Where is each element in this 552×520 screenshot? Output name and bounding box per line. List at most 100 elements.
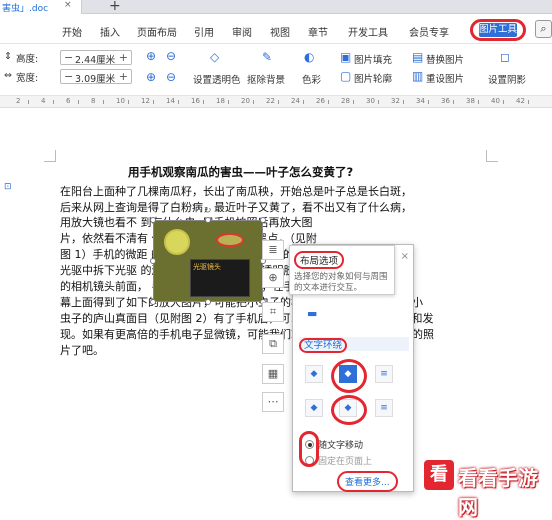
- highlight-ring: [331, 359, 367, 393]
- wrap-square-icon[interactable]: ◆: [305, 365, 323, 383]
- layout-options-popup: 布局选项 选择您的对象如何与周围的文本进行交互。 × ▬ 文字环绕 ◆ ◆ ≡ …: [289, 244, 414, 492]
- bug-highlight: [216, 233, 244, 247]
- see-more-link[interactable]: 查看更多...: [337, 471, 398, 492]
- width-input[interactable]: − 3.09厘米 +: [60, 69, 132, 85]
- menu-section[interactable]: 章节: [308, 24, 328, 39]
- remove-bg-icon[interactable]: ✎: [262, 50, 272, 64]
- reset-picture-icon[interactable]: ▥: [412, 69, 423, 83]
- document-heading: 用手机观察南瓜的害虫——叶子怎么变黄了?: [128, 165, 354, 179]
- new-tab-icon[interactable]: +: [109, 0, 121, 14]
- selected-picture[interactable]: 光驱镜头: [153, 220, 263, 302]
- close-tab-icon[interactable]: ×: [64, 0, 72, 10]
- paragraph-line: 后来从网上查询是得了白粉病，最近叶子又黄了，看不出又有了什么病，: [60, 201, 412, 214]
- height-increase-icon[interactable]: +: [119, 51, 128, 64]
- paragraph-line: 在阳台上面种了几棵南瓜籽，长出了南瓜秧，开始总是叶子总是长白斑，: [60, 185, 412, 198]
- ruler-tick: [528, 100, 529, 104]
- menu-picture-tools[interactable]: 图片工具: [470, 19, 526, 41]
- rotate-icon[interactable]: ⊕: [146, 70, 156, 84]
- menu-references[interactable]: 引用: [194, 24, 214, 39]
- shadow-icon[interactable]: ◻: [500, 50, 510, 64]
- menu-insert[interactable]: 插入: [100, 24, 120, 39]
- ruler-number: 32: [391, 97, 400, 105]
- wrap-through-icon[interactable]: ≡: [375, 365, 393, 383]
- width-decrease-icon[interactable]: −: [64, 70, 73, 83]
- picture-to-text-icon[interactable]: ⧉: [262, 334, 284, 354]
- ruler-number: 34: [416, 97, 425, 105]
- picture-style-icon[interactable]: ▦: [262, 364, 284, 384]
- ruler-number: 38: [466, 97, 475, 105]
- document-tab-name: 害虫」.doc: [2, 4, 49, 14]
- crop-tool-icon[interactable]: ⌗: [262, 302, 284, 322]
- resize-handle[interactable]: [205, 217, 211, 223]
- picture-outline-icon[interactable]: ▢: [340, 69, 351, 83]
- ruler-tick: [228, 100, 229, 104]
- crop-icon[interactable]: ⊖: [166, 49, 176, 63]
- height-decrease-icon[interactable]: −: [64, 51, 73, 64]
- ruler-number: 42: [516, 97, 525, 105]
- paragraph-icon[interactable]: ⊡: [4, 182, 12, 192]
- zoom-icon[interactable]: ⊕: [262, 268, 284, 288]
- wrap-in-front-icon[interactable]: ≡: [375, 399, 393, 417]
- watermark-text: 看看手游网: [458, 466, 538, 519]
- ruler-number: 14: [166, 97, 175, 105]
- lock-ratio-icon[interactable]: ⊕: [146, 49, 156, 63]
- reset-picture-button[interactable]: 重设图片: [426, 71, 464, 85]
- ruler-number: 24: [291, 97, 300, 105]
- color-button[interactable]: 色彩: [302, 72, 321, 86]
- ruler-tick: [53, 100, 54, 104]
- menu-review[interactable]: 审阅: [232, 24, 252, 39]
- layout-options-tooltip: 布局选项 选择您的对象如何与周围的文本进行交互。: [289, 245, 395, 295]
- text-wrap-title: 文字环绕: [299, 338, 348, 353]
- wrap-top-bottom-icon[interactable]: ◆: [305, 399, 323, 417]
- inline-wrap-icon[interactable]: ▬: [307, 307, 327, 321]
- lens-photo: [164, 229, 190, 255]
- layout-options-icon[interactable]: ≣: [262, 240, 284, 260]
- set-transparent-button[interactable]: 设置透明色: [193, 72, 241, 86]
- ruler-number: 12: [141, 97, 150, 105]
- set-shadow-button[interactable]: 设置阴影: [488, 72, 526, 86]
- flip-icon[interactable]: ⊖: [166, 70, 176, 84]
- resize-handle[interactable]: [150, 217, 156, 223]
- menu-view[interactable]: 视图: [270, 24, 290, 39]
- layout-options-title: 布局选项: [294, 251, 345, 269]
- remove-background-button[interactable]: 抠除背景: [247, 72, 285, 86]
- menu-start[interactable]: 开始: [62, 24, 82, 39]
- rotate-handle-icon[interactable]: ↻: [204, 206, 212, 216]
- ruler-tick: [478, 100, 479, 104]
- menu-member[interactable]: 会员专享: [409, 24, 449, 39]
- resize-handle[interactable]: [205, 299, 211, 305]
- horizontal-ruler: 2 4 6 8 10 12 14 16 18 20 22 24 26 28 30 32 34 36 38 40 42: [0, 96, 552, 108]
- site-watermark: 看 看看手游网: [424, 450, 552, 519]
- ruler-tick: [503, 100, 504, 104]
- document-tab[interactable]: 害虫」.doc ×: [0, 0, 82, 14]
- menu-developer[interactable]: 开发工具: [348, 24, 388, 39]
- menu-picture-tools-label: 图片工具: [479, 23, 518, 37]
- ruler-tick: [303, 100, 304, 104]
- height-label: 高度:: [16, 54, 39, 65]
- height-input[interactable]: − 2.44厘米 +: [60, 50, 132, 66]
- resize-handle[interactable]: [150, 299, 156, 305]
- picture-fill-button[interactable]: 图片填充: [354, 52, 392, 66]
- width-value: 3.09厘米: [75, 74, 116, 85]
- ruler-tick: [428, 100, 429, 104]
- search-icon[interactable]: ⌕: [535, 20, 552, 38]
- resize-handle[interactable]: [150, 258, 156, 264]
- fix-on-page-label: 固定在页面上: [318, 457, 373, 467]
- ruler-tick: [353, 100, 354, 104]
- picture-fill-icon[interactable]: ▣: [340, 50, 351, 64]
- width-increase-icon[interactable]: +: [119, 70, 128, 83]
- ruler-tick: [178, 100, 179, 104]
- picture-outline-button[interactable]: 图片轮廓: [354, 71, 392, 85]
- color-icon[interactable]: ◐: [304, 50, 314, 64]
- drive-card: 光驱镜头: [190, 259, 250, 297]
- menu-page-layout[interactable]: 页面布局: [137, 24, 177, 39]
- close-icon[interactable]: ×: [401, 251, 409, 262]
- replace-picture-icon[interactable]: ▤: [412, 50, 423, 64]
- resize-handle[interactable]: [260, 217, 266, 223]
- ruler-number: 26: [316, 97, 325, 105]
- more-icon[interactable]: ⋯: [262, 392, 284, 412]
- transparent-icon[interactable]: ◇: [210, 50, 219, 64]
- replace-picture-button[interactable]: 替换图片: [426, 52, 464, 66]
- ruler-number: 4: [41, 97, 46, 105]
- ruler-tick: [203, 100, 204, 104]
